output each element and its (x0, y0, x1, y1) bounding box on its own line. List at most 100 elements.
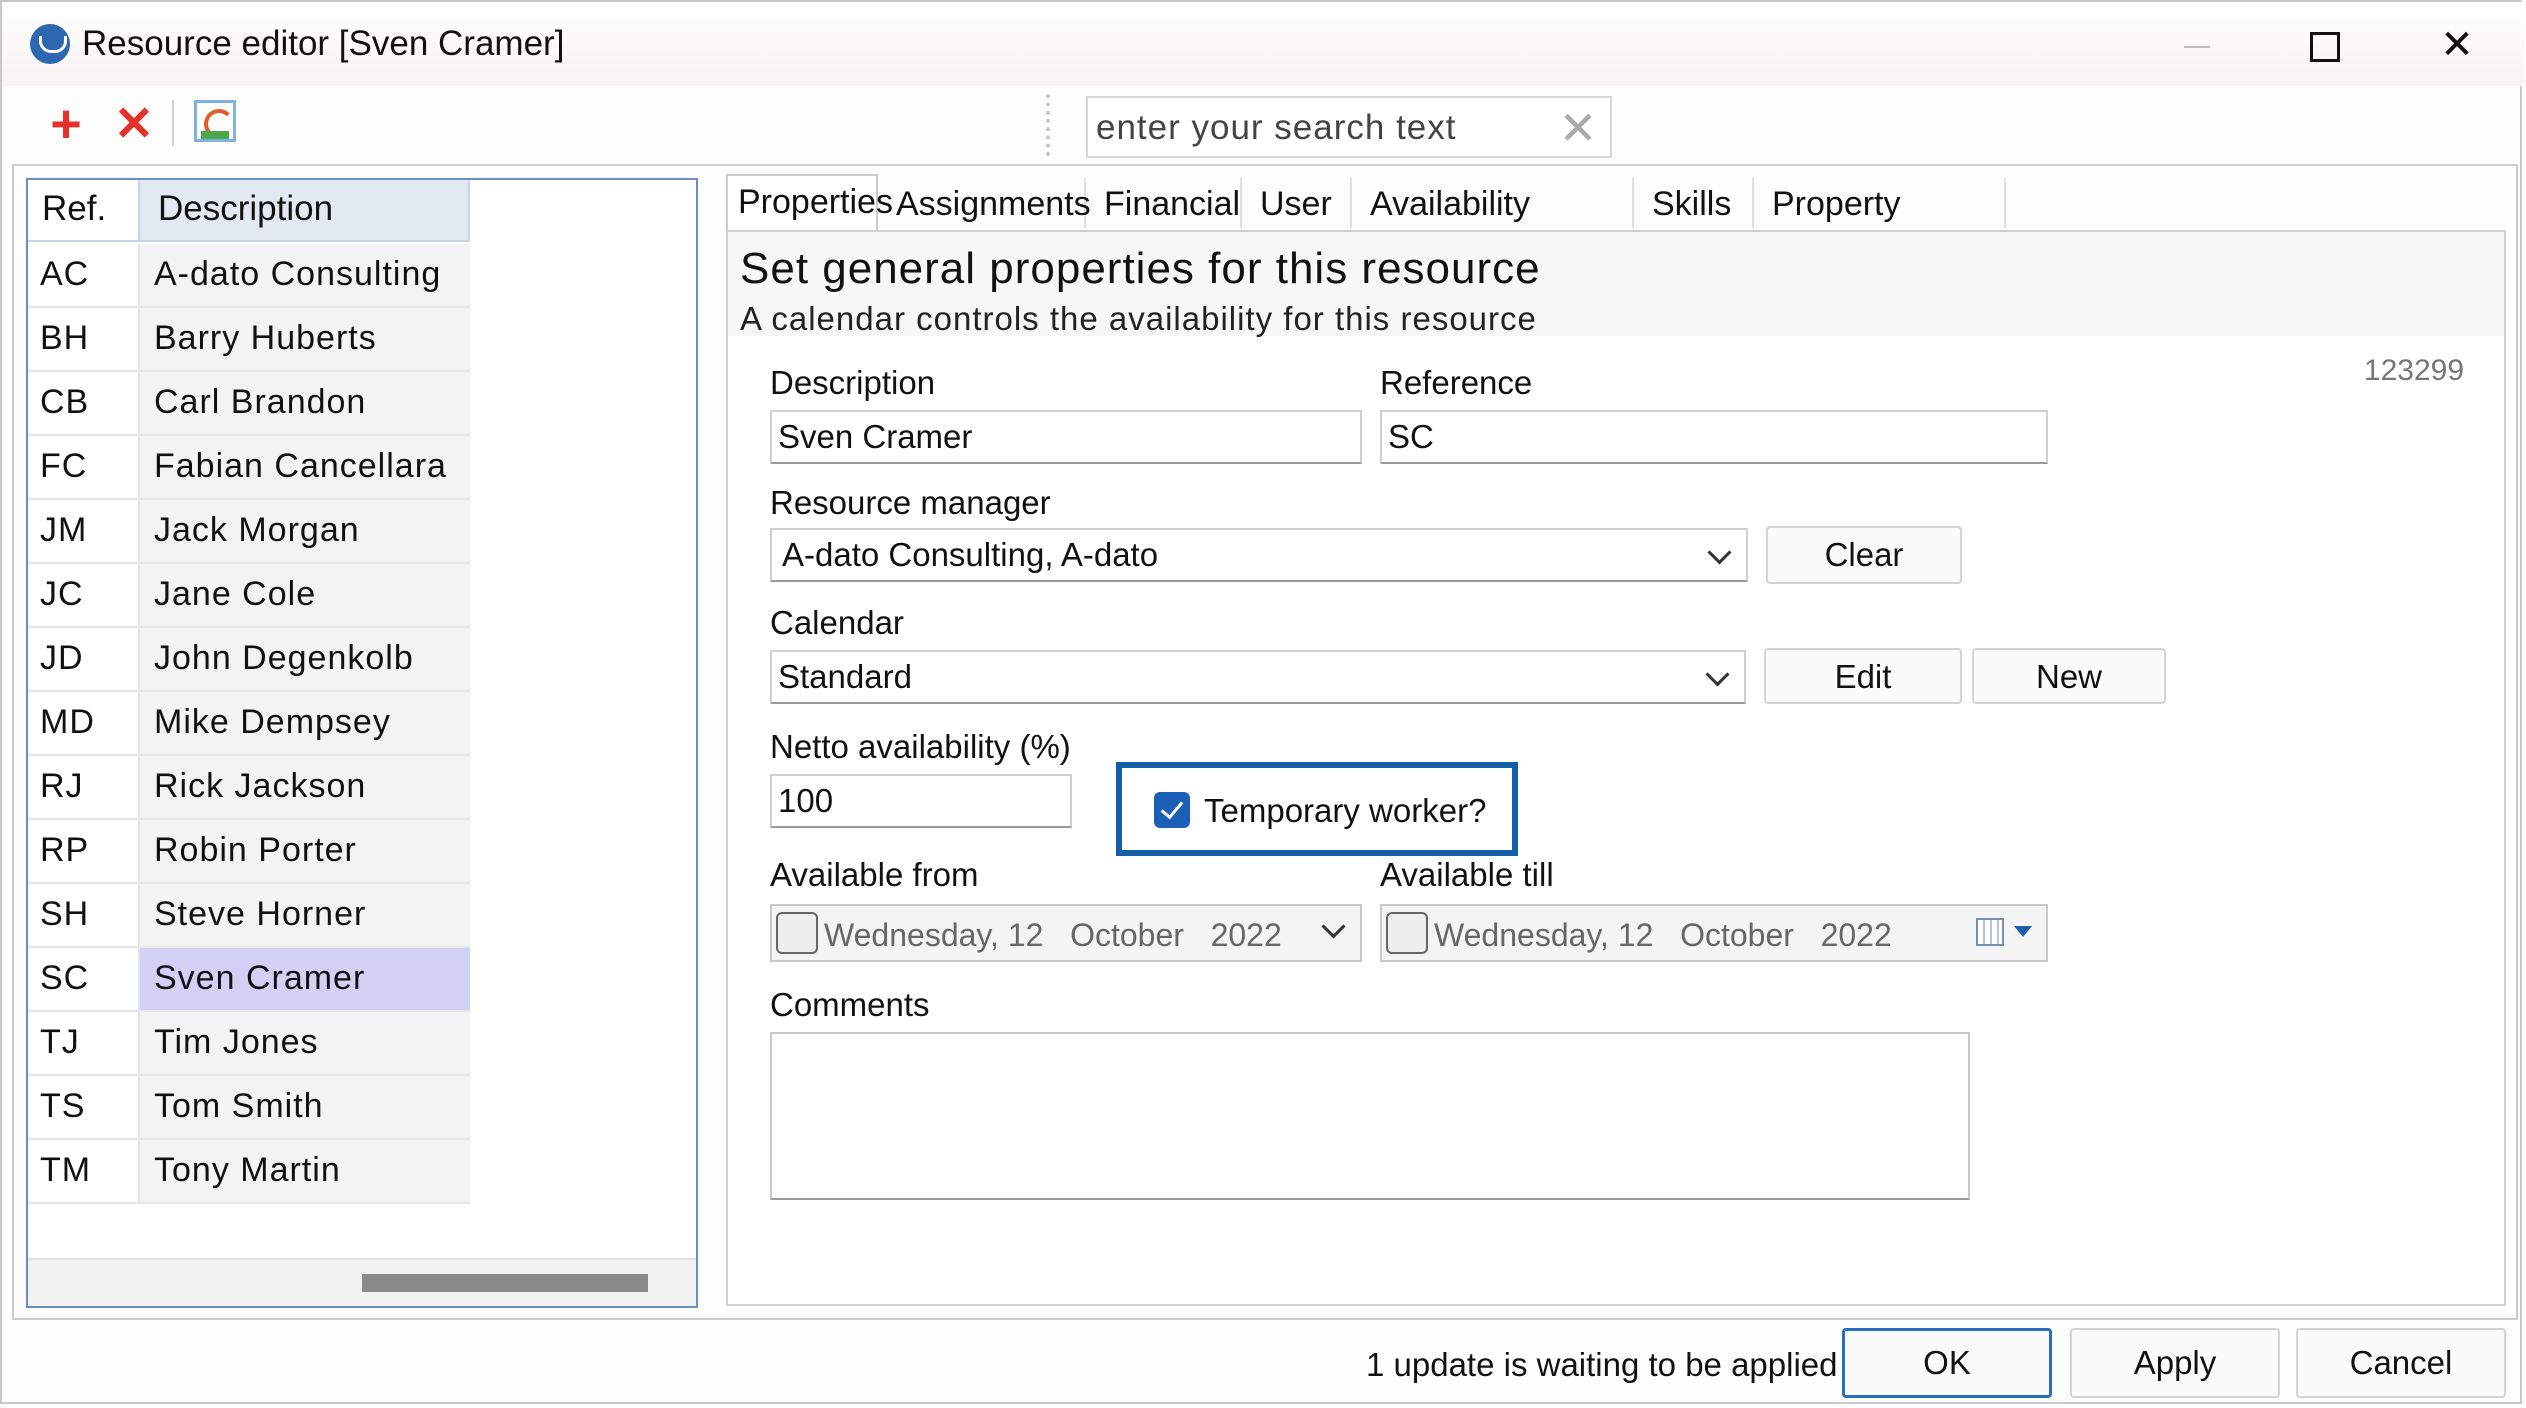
row-ref-cell: RJ (28, 756, 140, 818)
table-row[interactable]: CB Carl Brandon (28, 372, 470, 436)
tab-skills[interactable]: Skills (1642, 178, 1754, 228)
calendar-icon[interactable] (1976, 918, 2004, 946)
row-ref-cell: RP (28, 820, 140, 882)
available-from-label: Available from (770, 856, 979, 893)
row-description-cell: Barry Huberts (140, 308, 470, 370)
properties-panel: Properties Assignments Financial User Availa… (726, 172, 2506, 1306)
minimize-button[interactable] (2152, 16, 2242, 74)
close-window-button[interactable]: ✕ (2412, 16, 2502, 74)
available-till-field[interactable]: Wednesday, 12 October 2022 (1380, 904, 2048, 962)
calendar-label: Calendar (770, 604, 904, 641)
clear-search-icon[interactable]: ✕ (1556, 105, 1600, 151)
table-row[interactable]: SH Steve Horner (28, 884, 470, 948)
row-ref-cell: CB (28, 372, 140, 434)
netto-availability-field[interactable]: 100 (770, 774, 1072, 828)
table-row[interactable]: TJ Tim Jones (28, 1012, 470, 1076)
search-input[interactable] (1094, 104, 1538, 152)
app-icon (30, 24, 70, 64)
row-ref-cell: SH (28, 884, 140, 946)
page-title: Set general properties for this resource (740, 244, 1541, 293)
delete-x-icon[interactable]: ✕ (110, 101, 158, 149)
tab-properties[interactable]: Properties (726, 174, 893, 232)
row-description-cell: Steve Horner (140, 884, 470, 946)
row-description-cell: Tom Smith (140, 1076, 470, 1138)
table-row[interactable]: SC Sven Cramer (28, 948, 470, 1012)
row-description-cell: Jane Cole (140, 564, 470, 626)
table-row[interactable]: TS Tom Smith (28, 1076, 470, 1140)
calendar-dropdown[interactable]: Standard (770, 650, 1746, 704)
dropdown-arrow-icon[interactable] (2014, 926, 2032, 937)
temporary-worker-checkbox[interactable] (1154, 792, 1190, 828)
row-ref-cell: TJ (28, 1012, 140, 1074)
row-description-cell: Carl Brandon (140, 372, 470, 434)
available-till-value: Wednesday, 12 October 2022 (1434, 917, 1892, 953)
tab-financial[interactable]: Financial (1094, 178, 1242, 228)
row-description-cell: Sven Cramer (140, 948, 470, 1010)
tab-user[interactable]: User (1250, 178, 1352, 228)
table-row[interactable]: BH Barry Huberts (28, 308, 470, 372)
table-row[interactable]: RP Robin Porter (28, 820, 470, 884)
toolbar: + ✕ (18, 92, 1048, 152)
new-calendar-button[interactable]: New (1972, 648, 2166, 704)
table-row[interactable]: AC A-dato Consulting (28, 244, 470, 308)
table-row[interactable]: FC Fabian Cancellara (28, 436, 470, 500)
row-ref-cell: SC (28, 948, 140, 1010)
tab-property-values[interactable]: Property values (1762, 178, 2006, 275)
resource-manager-label: Resource manager (770, 484, 1051, 521)
tab-page-properties: Set general properties for this resource… (726, 230, 2506, 1306)
column-header-description[interactable]: Description (140, 180, 470, 242)
netto-availability-label: Netto availability (%) (770, 728, 1071, 765)
reference-field[interactable]: SC (1380, 410, 2048, 464)
table-row[interactable]: MD Mike Dempsey (28, 692, 470, 756)
close-icon: ✕ (2440, 23, 2474, 67)
available-till-checkbox[interactable] (1386, 912, 1428, 954)
table-row[interactable]: TM Tony Martin (28, 1140, 470, 1204)
description-label: Description (770, 364, 936, 401)
row-ref-cell: JM (28, 500, 140, 562)
resource-manager-dropdown[interactable]: A-dato Consulting, A-dato (770, 528, 1748, 582)
table-row[interactable]: JD John Degenkolb (28, 628, 470, 692)
available-from-field[interactable]: Wednesday, 12 October 2022 (770, 904, 1362, 962)
reference-label: Reference (1380, 364, 1533, 401)
temporary-worker-checkbox-group[interactable]: Temporary worker? (1116, 762, 1518, 856)
refresh-icon[interactable] (194, 100, 236, 142)
tab-strip: Properties Assignments Financial User Availa… (726, 172, 2506, 275)
comments-textarea[interactable] (770, 1032, 1970, 1200)
scrollbar-thumb[interactable] (362, 1274, 648, 1292)
title-bar: Resource editor [Sven Cramer] ✕ (2, 2, 2524, 86)
row-ref-cell: MD (28, 692, 140, 754)
temporary-worker-label: Temporary worker? (1204, 792, 1487, 829)
status-message: 1 update is waiting to be applied (1366, 1346, 1838, 1383)
available-from-checkbox[interactable] (776, 912, 818, 954)
row-ref-cell: FC (28, 436, 140, 498)
toolbar-separator (172, 100, 174, 146)
resource-editor-window: Resource editor [Sven Cramer] ✕ + ✕ ✕ Re… (0, 0, 2524, 1404)
plus-icon[interactable]: + (42, 97, 90, 151)
row-description-cell: John Degenkolb (140, 628, 470, 690)
description-field[interactable]: Sven Cramer (770, 410, 1362, 464)
maximize-button[interactable] (2280, 16, 2370, 74)
horizontal-scrollbar[interactable] (28, 1258, 696, 1306)
maximize-icon (2310, 32, 2340, 63)
table-row[interactable]: JC Jane Cole (28, 564, 470, 628)
apply-button[interactable]: Apply (2070, 1328, 2280, 1398)
row-description-cell: Jack Morgan (140, 500, 470, 562)
row-description-cell: A-dato Consulting (140, 244, 470, 306)
chevron-down-icon[interactable] (1321, 914, 1346, 939)
row-description-cell: Tony Martin (140, 1140, 470, 1202)
chevron-down-icon (1705, 662, 1730, 687)
clear-button[interactable]: Clear (1766, 526, 1962, 584)
column-header-ref[interactable]: Ref. (28, 180, 140, 242)
table-row[interactable]: RJ Rick Jackson (28, 756, 470, 820)
window-title: Resource editor [Sven Cramer] (82, 24, 565, 63)
edit-calendar-button[interactable]: Edit (1764, 648, 1962, 704)
ok-button[interactable]: OK (1842, 1328, 2052, 1398)
tab-availability-schedule[interactable]: Availability schedule (1360, 178, 1634, 275)
list-header: Ref. Description (28, 180, 470, 244)
calendar-value: Standard (778, 658, 912, 695)
row-ref-cell: BH (28, 308, 140, 370)
table-row[interactable]: JM Jack Morgan (28, 500, 470, 564)
cancel-button[interactable]: Cancel (2296, 1328, 2506, 1398)
row-ref-cell: TS (28, 1076, 140, 1138)
tab-assignments[interactable]: Assignments (886, 178, 1091, 228)
